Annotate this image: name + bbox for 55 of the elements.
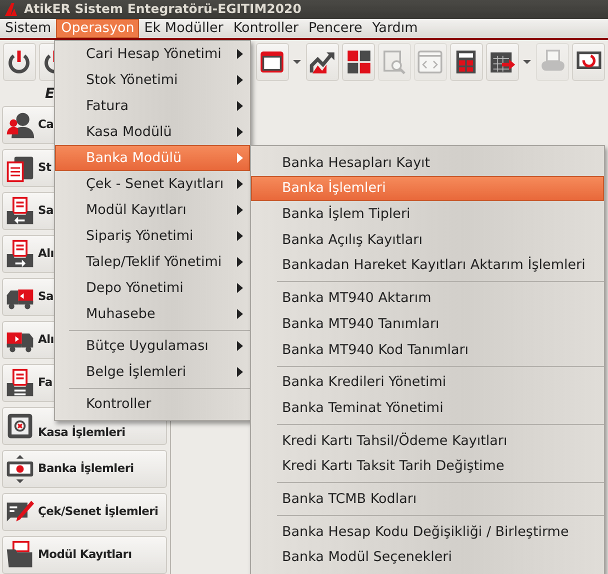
menu-item[interactable]: Stok Yönetimi (55, 67, 250, 93)
logo-icon (4, 2, 18, 17)
toolbar-button[interactable] (306, 42, 340, 80)
sidebar-button[interactable]: Modül Kayıtları (2, 536, 167, 574)
menu-item[interactable]: Banka MT940 Tanımları (251, 311, 604, 337)
menu-item[interactable]: Fatura (55, 93, 250, 119)
menu-item[interactable]: Talep/Teklif Yönetimi (55, 249, 250, 275)
safe-icon (5, 411, 35, 441)
menu-item[interactable]: Belge İşlemleri (55, 359, 250, 385)
toolbar-button[interactable] (342, 42, 376, 80)
document-tray-icon (5, 239, 35, 269)
menu-item[interactable]: Bankadan Hareket Kayıtları Aktarım İşlemleri (251, 252, 604, 278)
menu-item[interactable]: Çek - Senet Kayıtları (55, 171, 250, 197)
menu-item[interactable]: Modül Kayıtları (55, 197, 250, 223)
menu-item[interactable]: Pencere (303, 19, 368, 38)
toolbar-button[interactable] (3, 42, 36, 80)
menu-item[interactable]: Banka Teminat Yönetimi (251, 395, 604, 421)
menu-item[interactable]: Banka Hesapları Kayıt (251, 150, 604, 176)
person-icon (5, 110, 35, 140)
toolbar-button[interactable] (256, 42, 289, 80)
menu-item[interactable]: Yardım (367, 19, 423, 38)
menu-item[interactable]: Kasa Modülü (55, 119, 250, 145)
menu-item[interactable]: Banka Hesap Kodu Değişikliği / Birleştirme (251, 518, 604, 545)
toolbar-button[interactable] (572, 42, 605, 80)
toolbar-button[interactable] (450, 42, 483, 80)
toolbar-button[interactable] (486, 42, 519, 80)
menu-item[interactable]: Banka Açılış Kayıtları (251, 227, 604, 253)
menu-item[interactable]: Bütçe Uygulaması (55, 333, 250, 359)
sidebar-heading: E (45, 87, 55, 101)
caret-icon (523, 60, 532, 64)
code-window-icon (416, 48, 444, 76)
menu-item[interactable]: Kredi Kartı Taksit Tarih Değiştime (251, 454, 604, 480)
menu-item[interactable]: Cari Hesap Yönetimi (55, 41, 250, 67)
caret-icon (293, 60, 302, 64)
menu-item[interactable]: Depo Yönetimi (55, 275, 250, 301)
menu-item[interactable]: Sipariş Yönetimi (55, 223, 250, 249)
sidebar-button[interactable]: Çek/Senet İşlemleri (2, 493, 167, 531)
menu-item[interactable]: Banka İşlem Tipleri (251, 201, 604, 228)
menu-item[interactable]: Kontroller (228, 19, 304, 38)
menu-item[interactable]: Banka MT940 Aktarım (251, 285, 604, 312)
menu-item[interactable]: Banka Modül Seçenekleri (251, 544, 604, 570)
menu-item[interactable]: Muhasebe (55, 301, 250, 327)
sidebar-button[interactable]: Banka İşlemleri (2, 450, 167, 488)
banknote-icon (5, 454, 35, 484)
menu-item[interactable]: Banka TCMB Kodları (251, 486, 604, 512)
menu-item[interactable]: Banka Kredileri Yönetimi (251, 370, 604, 396)
menu-item[interactable]: Sistem (0, 19, 56, 38)
menu-item[interactable]: Banka MT940 Kod Tanımları (251, 336, 604, 362)
document-tray-icon (5, 196, 35, 226)
tiles-icon (344, 48, 373, 76)
document-tray-icon (5, 368, 35, 398)
menu-item[interactable]: Ek Modüller (139, 19, 228, 38)
menu-item[interactable]: Kredi Kartı Tahsil/Ödeme Kayıtları (251, 428, 604, 454)
folder-icon (5, 540, 35, 570)
window-title: AtikER Sistem Entegratörü-EGITIM2020 (24, 0, 302, 18)
